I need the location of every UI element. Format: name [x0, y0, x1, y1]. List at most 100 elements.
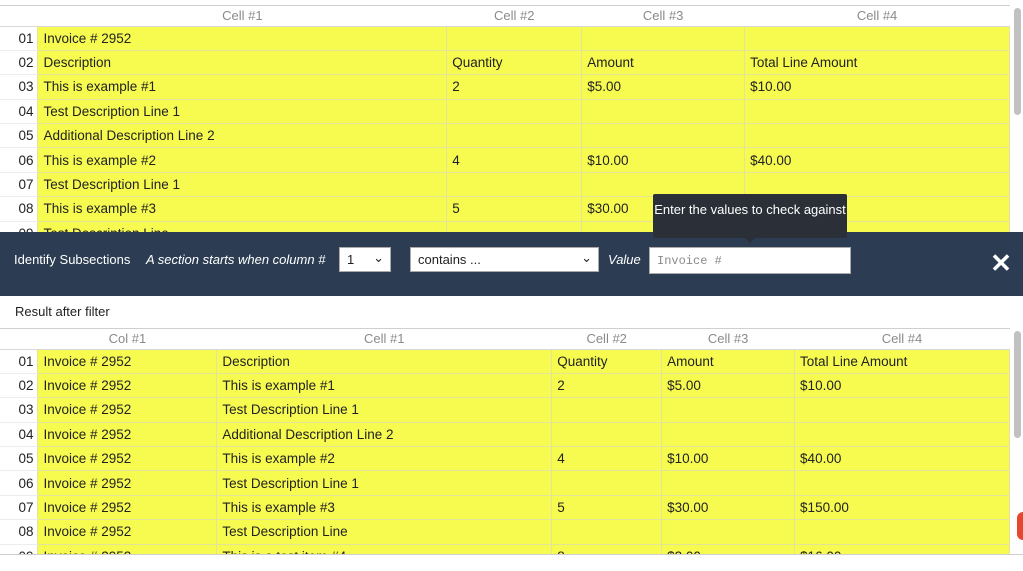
table-cell[interactable]: Invoice # 2952 [37, 397, 218, 423]
table-cell[interactable] [551, 421, 663, 448]
table-cell[interactable]: Description [37, 49, 448, 76]
table-row: 02 Invoice # 2952 This is example #1 2 $5.00… [0, 372, 1010, 399]
table-cell[interactable]: Description [216, 348, 553, 374]
table-cell[interactable] [551, 470, 663, 496]
row-number: 02 [0, 50, 38, 76]
table-cell[interactable] [794, 519, 1010, 545]
table-cell[interactable]: 2 [446, 74, 583, 100]
help-bubble[interactable] [1017, 512, 1023, 540]
table-cell[interactable] [581, 25, 746, 51]
table-cell[interactable]: This is example #3 [37, 196, 448, 222]
table-cell[interactable]: Test Description Line 1 [37, 171, 448, 198]
source-grid-scrollbar[interactable] [1014, 8, 1021, 115]
table-cell[interactable]: Test Description Line [37, 220, 448, 232]
chevron-down-icon: ⌄ [581, 250, 592, 265]
table-cell[interactable] [661, 421, 796, 448]
table-cell[interactable]: $5.00 [581, 74, 746, 100]
row-number: 07 [0, 172, 38, 198]
table-cell[interactable]: Additional Description Line 2 [37, 123, 448, 149]
table-cell[interactable] [661, 519, 796, 545]
table-cell[interactable]: This is example #2 [216, 446, 553, 472]
table-cell[interactable]: Invoice # 2952 [37, 470, 218, 496]
table-cell[interactable]: This is example #2 [37, 147, 448, 173]
row-number: 06 [0, 470, 38, 496]
table-cell[interactable]: Test Description Line 1 [216, 397, 553, 423]
table-row: 04 Test Description Line 1 [0, 98, 1010, 125]
condition-select[interactable]: contains ... ⌄ [410, 247, 599, 272]
table-cell[interactable]: $10.00 [744, 74, 1010, 100]
result-grid-scrollbar[interactable] [1014, 331, 1021, 438]
table-cell[interactable]: Invoice # 2952 [37, 494, 218, 521]
row-number: 05 [0, 123, 38, 149]
table-cell[interactable]: Invoice # 2952 [37, 446, 218, 472]
table-cell[interactable]: 5 [551, 494, 663, 521]
table-row: 03 Invoice # 2952 Test Description Line 1 [0, 397, 1010, 423]
table-cell[interactable]: $40.00 [794, 446, 1010, 472]
table-cell[interactable] [744, 123, 1010, 149]
result-column-header: Cell #2 [551, 328, 662, 350]
table-cell[interactable]: Test Description Line [216, 519, 553, 545]
table-cell[interactable]: Invoice # 2952 [37, 348, 218, 374]
divider [0, 554, 1023, 555]
table-cell[interactable] [794, 397, 1010, 423]
table-cell[interactable]: 5 [446, 196, 583, 222]
table-cell[interactable]: Total Line Amount [794, 348, 1010, 374]
condition-value: contains ... [418, 252, 481, 267]
table-row: 07 Test Description Line 1 [0, 171, 1010, 198]
table-cell[interactable]: Test Description Line 1 [216, 470, 553, 496]
table-cell[interactable]: Quantity [551, 348, 663, 374]
table-cell[interactable]: Additional Description Line 2 [216, 421, 553, 448]
table-cell[interactable]: Invoice # 2952 [37, 421, 218, 448]
table-cell[interactable]: This is example #1 [37, 74, 448, 100]
table-cell[interactable]: Invoice # 2952 [37, 519, 218, 545]
row-number: 04 [0, 422, 38, 448]
table-cell[interactable] [446, 25, 583, 51]
table-row: 01 Invoice # 2952 [0, 25, 1010, 51]
table-cell[interactable]: Amount [581, 49, 746, 76]
table-cell[interactable] [661, 397, 796, 423]
table-cell[interactable] [744, 25, 1010, 51]
table-cell[interactable]: $10.00 [581, 147, 746, 173]
table-cell[interactable]: Amount [661, 348, 796, 374]
table-cell[interactable] [551, 397, 663, 423]
table-cell[interactable]: Invoice # 2952 [37, 25, 448, 51]
filter-bar-title: Identify Subsections [14, 252, 131, 267]
table-cell[interactable]: 4 [551, 446, 663, 472]
table-cell[interactable]: $40.00 [744, 147, 1010, 173]
table-cell[interactable] [794, 470, 1010, 496]
table-cell[interactable]: This is example #3 [216, 494, 553, 521]
table-cell[interactable] [446, 98, 583, 125]
table-cell[interactable]: This is example #1 [216, 372, 553, 399]
close-icon[interactable]: ✕ [990, 250, 1012, 276]
table-cell[interactable]: $10.00 [661, 446, 796, 472]
table-cell[interactable]: 4 [446, 147, 583, 173]
table-cell[interactable]: Test Description Line 1 [37, 98, 448, 125]
table-row: 04 Invoice # 2952 Additional Description L… [0, 421, 1010, 448]
table-cell[interactable]: Quantity [446, 49, 583, 76]
table-cell[interactable] [581, 98, 746, 125]
source-column-header: Cell #2 [446, 5, 582, 27]
table-cell[interactable] [794, 421, 1010, 448]
table-cell[interactable] [446, 171, 583, 198]
table-cell[interactable]: $10.00 [794, 372, 1010, 399]
value-label: Value [608, 252, 641, 267]
table-cell[interactable] [446, 123, 583, 149]
table-row: 08 Invoice # 2952 Test Description Line [0, 519, 1010, 545]
table-cell[interactable]: $30.00 [661, 494, 796, 521]
table-row: 02 Description Quantity Amount Total Line Am… [0, 49, 1010, 76]
table-cell[interactable] [446, 220, 583, 232]
table-cell[interactable]: $150.00 [794, 494, 1010, 521]
table-cell[interactable]: $5.00 [661, 372, 796, 399]
table-cell[interactable] [581, 123, 746, 149]
section-start-label: A section starts when column # [146, 252, 326, 267]
column-number-select[interactable]: 1 ⌄ [339, 247, 391, 272]
table-row: 09Test Description Line [0, 220, 1010, 232]
table-cell[interactable] [551, 519, 663, 545]
table-cell[interactable] [661, 470, 796, 496]
table-cell[interactable]: Invoice # 2952 [37, 372, 218, 399]
table-cell[interactable] [744, 98, 1010, 125]
table-cell[interactable]: Total Line Amount [744, 49, 1010, 76]
source-column-header [0, 5, 38, 27]
table-cell[interactable]: 2 [551, 372, 663, 399]
value-input[interactable]: Invoice # [649, 247, 851, 274]
